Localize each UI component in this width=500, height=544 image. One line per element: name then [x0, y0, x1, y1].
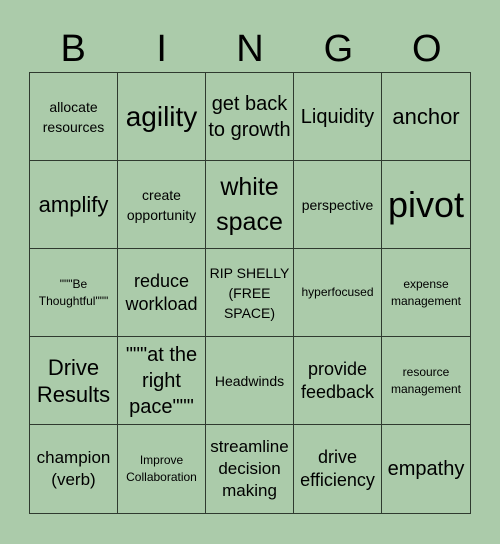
bingo-cell-label: hyperfocused — [301, 285, 374, 299]
bingo-cell-label: allocate resources — [42, 98, 105, 135]
bingo-cell-label: champion (verb) — [36, 448, 111, 489]
header-letter-n: N — [236, 28, 264, 70]
header-letter-b: B — [60, 28, 86, 70]
bingo-cell[interactable]: drive efficiency — [294, 425, 382, 513]
bingo-cell-label: get back to growth — [208, 92, 291, 141]
bingo-cell-label: resource management — [390, 364, 462, 396]
bingo-cell-label: Liquidity — [300, 105, 375, 128]
bingo-cell[interactable]: reduce workload — [118, 249, 206, 337]
bingo-cell-label: reduce workload — [125, 270, 198, 314]
bingo-cell[interactable]: allocate resources — [30, 73, 118, 161]
bingo-cell[interactable]: streamline decision making — [206, 425, 294, 513]
bingo-cell-label: pivot — [387, 183, 465, 225]
bingo-cell-label: perspective — [301, 196, 374, 213]
bingo-cell[interactable]: resource management — [382, 337, 470, 425]
bingo-cell-label: create opportunity — [126, 186, 197, 223]
bingo-cell[interactable]: get back to growth — [206, 73, 294, 161]
bingo-cell[interactable]: perspective — [294, 161, 382, 249]
bingo-cell[interactable]: """at the right pace""" — [118, 337, 206, 425]
header-letter-i: I — [156, 28, 167, 70]
header-letter-o: O — [412, 28, 442, 70]
bingo-cell[interactable]: amplify — [30, 161, 118, 249]
header-letter-g: G — [323, 28, 354, 70]
bingo-header: B I N G O — [29, 26, 471, 72]
bingo-cell[interactable]: Liquidity — [294, 73, 382, 161]
bingo-cell-label: white space — [216, 172, 283, 236]
bingo-cell-label: agility — [125, 100, 198, 132]
bingo-cell[interactable]: anchor — [382, 73, 470, 161]
bingo-cell-label: amplify — [38, 192, 109, 217]
bingo-cell[interactable]: Headwinds — [206, 337, 294, 425]
bingo-cell-label: provide feedback — [300, 358, 375, 402]
bingo-cell-label: streamline decision making — [210, 437, 289, 500]
bingo-cell-label: drive efficiency — [300, 447, 375, 490]
bingo-cell-label: expense management — [390, 276, 462, 308]
bingo-cell[interactable]: Improve Collaboration — [118, 425, 206, 513]
bingo-cell-label: anchor — [392, 104, 460, 129]
bingo-cell-label: empathy — [387, 458, 465, 480]
bingo-cell[interactable]: provide feedback — [294, 337, 382, 425]
bingo-cell[interactable]: """Be Thoughtful""" — [30, 249, 118, 337]
bingo-cell[interactable]: champion (verb) — [30, 425, 118, 513]
bingo-cell-label: RIP SHELLY (FREE SPACE) — [209, 264, 290, 321]
bingo-cell-label: Improve Collaboration — [126, 453, 197, 484]
bingo-cell[interactable]: expense management — [382, 249, 470, 337]
bingo-cell[interactable]: empathy — [382, 425, 470, 513]
bingo-cell[interactable]: white space — [206, 161, 294, 249]
bingo-cell-label: """at the right pace""" — [125, 343, 198, 418]
bingo-cell-label: """Be Thoughtful""" — [38, 276, 109, 308]
bingo-cell[interactable]: create opportunity — [118, 161, 206, 249]
bingo-cell-free-space[interactable]: RIP SHELLY (FREE SPACE) — [206, 249, 294, 337]
bingo-cell[interactable]: Drive Results — [30, 337, 118, 425]
bingo-cell-label: Headwinds — [214, 372, 285, 389]
bingo-cell[interactable]: pivot — [382, 161, 470, 249]
bingo-board: allocate resources agility get back to gro… — [29, 72, 471, 514]
bingo-cell[interactable]: hyperfocused — [294, 249, 382, 337]
bingo-cell-label: Drive Results — [36, 354, 111, 407]
bingo-cell[interactable]: agility — [118, 73, 206, 161]
